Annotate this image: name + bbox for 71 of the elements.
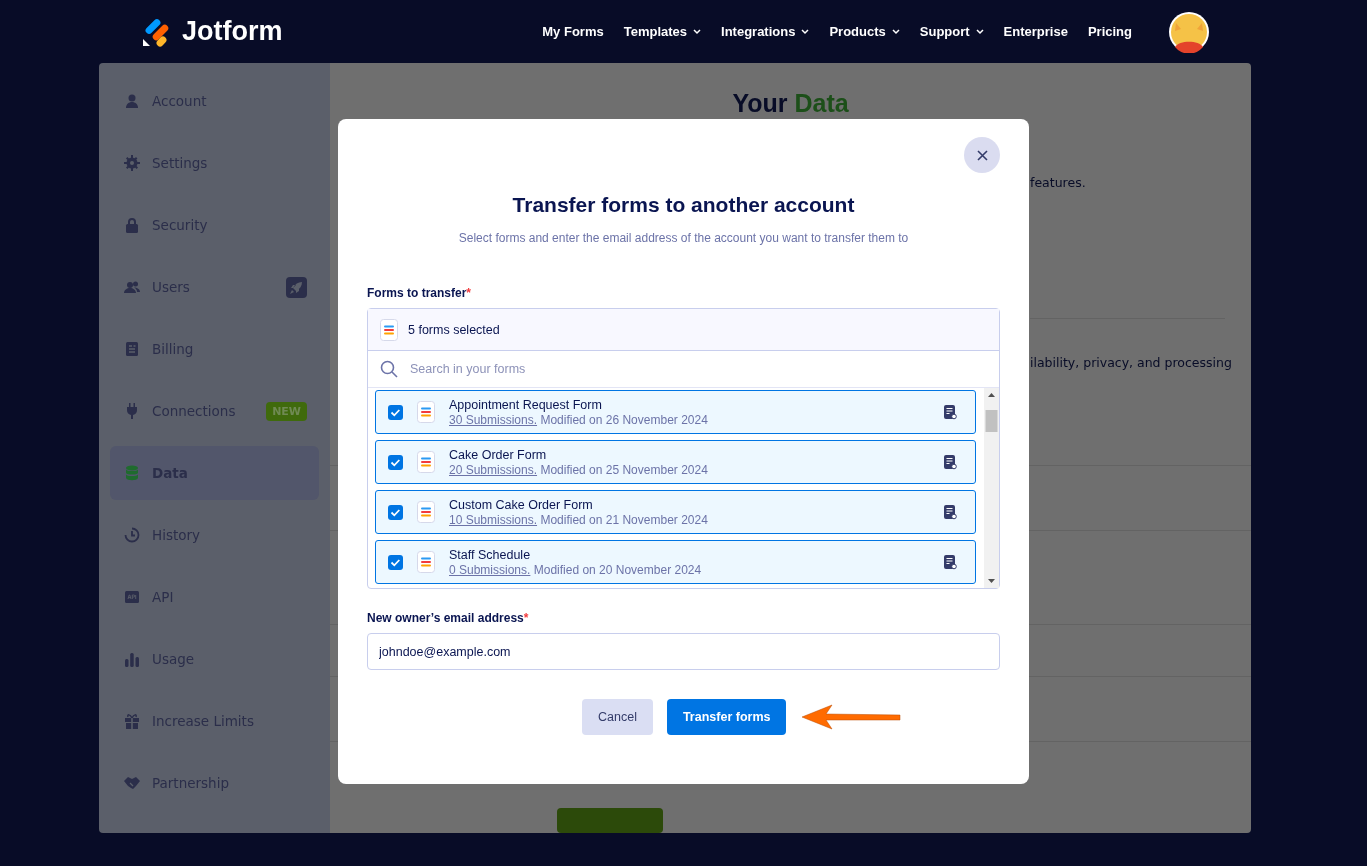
nav-link[interactable]: Support bbox=[919, 24, 984, 39]
selection-summary[interactable]: 5 forms selected bbox=[368, 309, 999, 351]
rocket-icon bbox=[286, 276, 307, 298]
gift-icon bbox=[124, 713, 140, 729]
database-icon bbox=[124, 465, 140, 481]
form-item[interactable]: Appointment Request Form 30 Submissions. Modified on 26 November 2024 bbox=[375, 390, 976, 434]
search-icon bbox=[380, 360, 398, 378]
form-icon bbox=[417, 451, 435, 473]
plug-icon bbox=[124, 403, 140, 419]
submissions-link[interactable]: 0 Submissions. bbox=[449, 562, 531, 577]
chevron-down-icon bbox=[891, 28, 900, 35]
form-item[interactable]: Cake Order Form 20 Submissions. Modified on 25 November 2024 bbox=[375, 440, 976, 484]
field-label: Forms to transfer* bbox=[367, 286, 473, 300]
page-text: ilability, privacy, and processing bbox=[1030, 354, 1233, 370]
document-search-icon[interactable] bbox=[944, 504, 957, 520]
chevron-down-icon bbox=[801, 28, 810, 35]
bar-chart-icon bbox=[124, 651, 140, 667]
form-details: 10 Submissions. Modified on 21 November 2024 bbox=[449, 512, 709, 527]
cancel-button[interactable]: Cancel bbox=[582, 699, 653, 735]
nav-link[interactable]: Integrations bbox=[721, 24, 810, 39]
form-details: 30 Submissions. Modified on 26 November 2024 bbox=[449, 412, 709, 427]
field-label: New owner’s email address* bbox=[367, 611, 530, 625]
chevron-down-icon bbox=[693, 28, 702, 35]
submissions-link[interactable]: 20 Submissions. bbox=[449, 462, 538, 477]
page-text: features. bbox=[1030, 175, 1087, 191]
handshake-icon bbox=[124, 775, 140, 791]
checkbox[interactable] bbox=[388, 504, 403, 520]
document-search-icon[interactable] bbox=[944, 404, 957, 420]
logo-text: Jotform bbox=[182, 16, 283, 47]
form-title: Appointment Request Form bbox=[449, 397, 603, 412]
nav-link[interactable]: Products bbox=[829, 24, 900, 39]
form-item[interactable]: Staff Schedule 0 Submissions. Modified on 20 November 2024 bbox=[375, 540, 976, 584]
close-icon bbox=[976, 149, 988, 161]
dialog-title: Transfer forms to another account bbox=[511, 193, 856, 217]
document-search-icon[interactable] bbox=[944, 454, 957, 470]
form-details: 0 Submissions. Modified on 20 November 2024 bbox=[449, 562, 703, 577]
form-icon bbox=[417, 551, 435, 573]
history-icon bbox=[124, 527, 140, 543]
form-details: 20 Submissions. Modified on 25 November 2024 bbox=[449, 462, 709, 477]
form-title: Custom Cake Order Form bbox=[449, 497, 594, 512]
checkbox[interactable] bbox=[388, 404, 403, 420]
nav-link[interactable]: Enterprise bbox=[1003, 24, 1068, 39]
form-icon bbox=[380, 318, 398, 341]
chevron-down-icon bbox=[975, 28, 984, 35]
nav-link[interactable]: Templates bbox=[623, 24, 702, 39]
form-icon bbox=[417, 501, 435, 523]
checkbox[interactable] bbox=[388, 554, 403, 570]
api-icon bbox=[124, 589, 140, 605]
form-item[interactable]: Custom Cake Order Form 10 Submissions. Modified on 21 November 2024 bbox=[375, 490, 976, 534]
bill-icon bbox=[124, 341, 140, 357]
page-heading: Your Data bbox=[731, 88, 850, 119]
email-field[interactable]: johndoe@example.com bbox=[367, 633, 1000, 670]
form-title: Cake Order Form bbox=[449, 447, 548, 462]
transfer-button[interactable]: Transfer forms bbox=[666, 699, 787, 735]
avatar[interactable] bbox=[1168, 10, 1210, 53]
lock-icon bbox=[124, 217, 140, 233]
users-icon bbox=[124, 279, 140, 295]
nav-link[interactable]: My Forms bbox=[542, 24, 604, 39]
summary-text: 5 forms selected bbox=[408, 322, 500, 337]
new-badge: NEW bbox=[266, 401, 307, 421]
nav-link[interactable]: Pricing bbox=[1087, 24, 1132, 39]
submissions-link[interactable]: 10 Submissions. bbox=[449, 512, 538, 527]
person-icon bbox=[124, 93, 140, 109]
close-button[interactable] bbox=[964, 137, 1000, 173]
document-search-icon[interactable] bbox=[944, 554, 957, 570]
checkbox[interactable] bbox=[388, 454, 403, 470]
dialog-subtitle: Select forms and enter the email address of the account you want to transfer them to bbox=[457, 231, 910, 245]
form-title: Staff Schedule bbox=[449, 547, 532, 562]
submissions-link[interactable]: 30 Submissions. bbox=[449, 412, 538, 427]
settings-icon bbox=[124, 155, 140, 171]
form-icon bbox=[417, 401, 435, 423]
